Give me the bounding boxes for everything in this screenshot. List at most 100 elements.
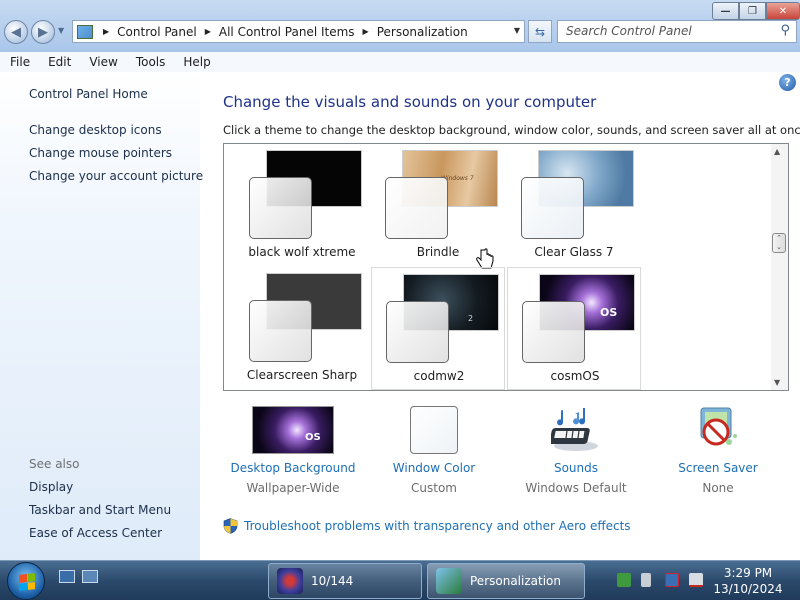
search-icon[interactable]: ⚲ bbox=[780, 23, 790, 38]
window-color-setting[interactable]: Window Color Custom bbox=[368, 406, 500, 495]
control-panel-icon bbox=[77, 24, 93, 39]
thumbnail-logo-text: OS bbox=[305, 432, 321, 443]
theme-list: black wolf xtreme Windows 7 Brindle Clea… bbox=[223, 143, 789, 391]
theme-tile-cosmos[interactable]: OS cosmOS bbox=[507, 267, 641, 390]
theme-name: codmw2 bbox=[413, 369, 465, 383]
address-dropdown-icon[interactable]: ▼ bbox=[514, 26, 520, 35]
restore-button[interactable]: ❐ bbox=[739, 2, 766, 20]
image-viewer-app-icon bbox=[277, 568, 303, 594]
minimize-icon: — bbox=[720, 5, 731, 17]
screen-saver-value: None bbox=[702, 481, 734, 495]
task-pane: Control Panel Home Change desktop icons … bbox=[0, 72, 203, 560]
theme-name: Clearscreen Sharp bbox=[246, 368, 358, 382]
breadcrumb-control-panel[interactable]: Control Panel bbox=[117, 25, 197, 39]
address-bar[interactable]: ▶ Control Panel ▶ All Control Panel Items … bbox=[72, 20, 525, 43]
display-link[interactable]: Display bbox=[29, 480, 73, 494]
screen-saver-setting[interactable]: Screen Saver None bbox=[652, 406, 784, 495]
system-clock[interactable]: 3:29 PM 13/10/2024 bbox=[706, 565, 790, 597]
clock-date: 13/10/2024 bbox=[713, 582, 783, 596]
troubleshoot-row: Troubleshoot problems with transparency … bbox=[223, 518, 631, 534]
control-panel-home-link[interactable]: Control Panel Home bbox=[29, 87, 148, 101]
page-subtitle: Click a theme to change the desktop back… bbox=[223, 123, 800, 137]
sounds-value: Windows Default bbox=[525, 481, 627, 495]
taskbar-item-personalization[interactable]: Personalization bbox=[427, 563, 585, 599]
theme-list-scrollbar[interactable]: ▲ ⌃ ⌄ ▼ bbox=[771, 144, 788, 390]
forward-button[interactable]: ▶ bbox=[31, 20, 55, 44]
restore-icon: ❐ bbox=[748, 5, 757, 17]
breadcrumb-chevron-icon[interactable]: ▶ bbox=[103, 27, 109, 36]
ease-of-access-link[interactable]: Ease of Access Center bbox=[29, 526, 162, 540]
clock-time: 3:29 PM bbox=[723, 566, 773, 580]
screen-saver-link[interactable]: Screen Saver bbox=[652, 461, 784, 475]
wallpaper-logo-text: 2 bbox=[468, 314, 474, 323]
taskbar: 10/144 Personalization 3:29 PM 13/10/202… bbox=[0, 560, 800, 600]
taskbar-item-image-viewer[interactable]: 10/144 bbox=[268, 563, 422, 599]
refresh-button[interactable]: ⇆ bbox=[528, 20, 552, 43]
breadcrumb-personalization[interactable]: Personalization bbox=[377, 25, 468, 39]
desktop-background-setting[interactable]: OS Desktop Background Wallpaper-Wide bbox=[227, 406, 359, 495]
window-color-link[interactable]: Window Color bbox=[368, 461, 500, 475]
theme-window-color-preview bbox=[386, 301, 449, 363]
back-arrow-icon: ◀ bbox=[11, 24, 21, 40]
theme-name: cosmOS bbox=[550, 369, 600, 383]
scroll-down-icon[interactable]: ▼ bbox=[774, 378, 780, 387]
breadcrumb-chevron-icon[interactable]: ▶ bbox=[363, 27, 369, 36]
window-color-value: Custom bbox=[411, 481, 457, 495]
theme-window-color-preview bbox=[249, 177, 312, 239]
theme-tile-clear-glass-7[interactable]: Clear Glass 7 bbox=[507, 144, 641, 267]
breadcrumb-all-items[interactable]: All Control Panel Items bbox=[219, 25, 355, 39]
desktop-background-thumbnail[interactable]: OS bbox=[252, 406, 334, 454]
personalization-app-icon bbox=[436, 568, 462, 594]
start-button[interactable] bbox=[7, 562, 45, 600]
taskbar-item-label: 10/144 bbox=[311, 574, 354, 588]
window-color-swatch[interactable] bbox=[410, 406, 458, 454]
troubleshoot-aero-link[interactable]: Troubleshoot problems with transparency … bbox=[244, 519, 631, 533]
desktop-background-value: Wallpaper-Wide bbox=[246, 481, 340, 495]
theme-window-color-preview bbox=[249, 300, 312, 362]
theme-tile-codmw2[interactable]: 2 codmw2 bbox=[371, 267, 505, 390]
change-desktop-icons-link[interactable]: Change desktop icons bbox=[29, 123, 162, 137]
theme-name: black wolf xtreme bbox=[248, 245, 356, 259]
scroll-up-icon[interactable]: ▲ bbox=[774, 147, 780, 156]
power-icon[interactable] bbox=[641, 573, 651, 587]
uac-shield-icon bbox=[223, 518, 238, 534]
breadcrumb-chevron-icon[interactable]: ▶ bbox=[205, 27, 211, 36]
show-desktop-icon[interactable] bbox=[59, 570, 75, 583]
theme-window-color-preview bbox=[521, 177, 584, 239]
quick-launch-icon[interactable] bbox=[82, 570, 98, 583]
recent-pages-dropdown-icon[interactable]: ▼ bbox=[58, 26, 64, 35]
network-disconnected-icon[interactable] bbox=[665, 573, 679, 587]
sounds-link[interactable]: Sounds bbox=[510, 461, 642, 475]
taskbar-start-menu-link[interactable]: Taskbar and Start Menu bbox=[29, 503, 171, 517]
scroll-thumb[interactable]: ⌃ ⌄ bbox=[772, 233, 786, 253]
page-title: Change the visuals and sounds on your co… bbox=[223, 93, 597, 111]
minimize-button[interactable]: — bbox=[712, 2, 739, 20]
desktop-background-link[interactable]: Desktop Background bbox=[227, 461, 359, 475]
see-also-heading: See also bbox=[29, 457, 80, 471]
theme-tile-clearscreen-sharp[interactable]: Clearscreen Sharp bbox=[235, 267, 369, 390]
back-button[interactable]: ◀ bbox=[4, 20, 28, 44]
change-account-picture-link[interactable]: Change your account picture bbox=[29, 169, 203, 183]
windows-logo-icon bbox=[19, 573, 35, 591]
forward-arrow-icon: ▶ bbox=[38, 24, 48, 40]
refresh-icon: ⇆ bbox=[534, 24, 546, 39]
action-center-icon[interactable] bbox=[617, 573, 631, 587]
menu-edit[interactable]: Edit bbox=[42, 55, 77, 69]
sounds-setting[interactable]: Sounds Windows Default bbox=[510, 406, 642, 495]
menu-tools[interactable]: Tools bbox=[130, 55, 172, 69]
theme-window-color-preview bbox=[522, 301, 585, 363]
sounds-icon[interactable] bbox=[551, 406, 601, 454]
change-mouse-pointers-link[interactable]: Change mouse pointers bbox=[29, 146, 172, 160]
menu-file[interactable]: File bbox=[4, 55, 36, 69]
search-input[interactable]: Search Control Panel ⚲ bbox=[557, 20, 797, 43]
menu-view[interactable]: View bbox=[83, 55, 123, 69]
taskbar-item-label: Personalization bbox=[470, 574, 561, 588]
help-icon[interactable]: ? bbox=[779, 74, 796, 91]
close-button[interactable]: ✕ bbox=[766, 2, 800, 20]
theme-window-color-preview bbox=[385, 177, 448, 239]
volume-muted-icon[interactable] bbox=[689, 573, 703, 587]
wallpaper-logo-text: OS bbox=[600, 306, 618, 319]
theme-tile-black-wolf-xtreme[interactable]: black wolf xtreme bbox=[235, 144, 369, 267]
screen-saver-icon[interactable] bbox=[693, 406, 743, 454]
menu-help[interactable]: Help bbox=[177, 55, 216, 69]
